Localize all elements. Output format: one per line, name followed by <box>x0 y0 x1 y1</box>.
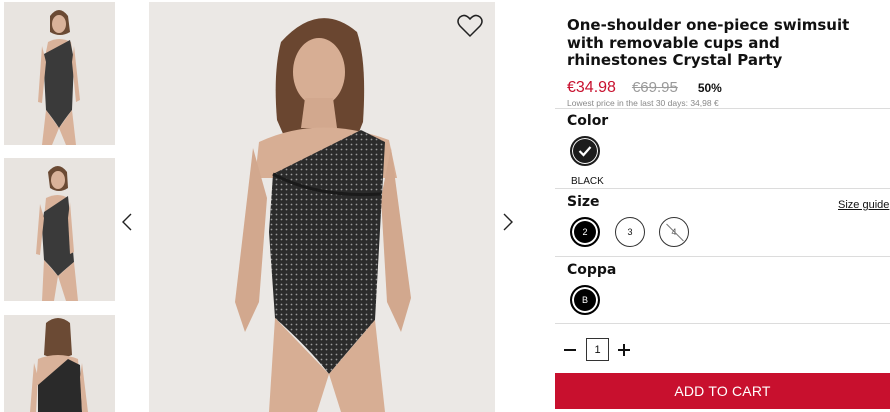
thumbnail-back-image <box>4 315 115 412</box>
wishlist-button[interactable] <box>457 14 483 38</box>
price-row: €34.98 €69.95 50% <box>567 79 722 97</box>
next-image-button[interactable] <box>498 209 518 235</box>
plus-icon <box>618 344 630 356</box>
quantity-decrease-button[interactable] <box>560 339 580 361</box>
color-swatch-black[interactable] <box>570 136 600 166</box>
thumbnail-side-image <box>4 158 115 301</box>
discount-badge: 50% <box>697 81 722 95</box>
add-to-cart-button[interactable]: ADD TO CART <box>555 373 890 409</box>
original-price: €69.95 <box>631 79 678 96</box>
thumbnail-front[interactable] <box>4 2 115 145</box>
checkmark-icon <box>578 146 592 157</box>
coppa-label: Coppa <box>567 262 617 278</box>
thumbnail-side[interactable] <box>4 158 115 301</box>
size-guide-link[interactable]: Size guide <box>838 199 889 211</box>
selected-color-name: BLACK <box>571 176 604 187</box>
main-product-image <box>149 2 495 412</box>
chevron-left-icon <box>122 213 132 231</box>
thumbnail-back[interactable] <box>4 315 115 412</box>
product-title: One-shoulder one-piece swimsuit with rem… <box>567 16 850 69</box>
divider <box>555 323 890 324</box>
quantity-increase-button[interactable] <box>614 339 634 361</box>
thumbnail-front-image <box>4 2 115 145</box>
size-option-3[interactable]: 3 <box>615 217 645 247</box>
heart-icon <box>457 14 483 38</box>
minus-icon <box>564 349 576 351</box>
lowest-price-note: Lowest price in the last 30 days: 34,98 … <box>567 98 719 108</box>
previous-image-button[interactable] <box>117 209 137 235</box>
product-details: One-shoulder one-piece swimsuit with rem… <box>555 0 890 412</box>
coppa-option-b[interactable]: B <box>570 285 600 315</box>
current-price: €34.98 <box>567 79 616 96</box>
quantity-input[interactable] <box>586 338 609 361</box>
divider <box>555 256 890 257</box>
product-photo <box>149 2 495 412</box>
size-option-2[interactable]: 2 <box>570 217 600 247</box>
color-label: Color <box>567 113 609 129</box>
chevron-right-icon <box>503 213 513 231</box>
divider <box>555 108 890 109</box>
size-label: Size <box>567 194 600 210</box>
divider <box>555 188 890 189</box>
size-option-4[interactable]: 4 <box>659 217 689 247</box>
